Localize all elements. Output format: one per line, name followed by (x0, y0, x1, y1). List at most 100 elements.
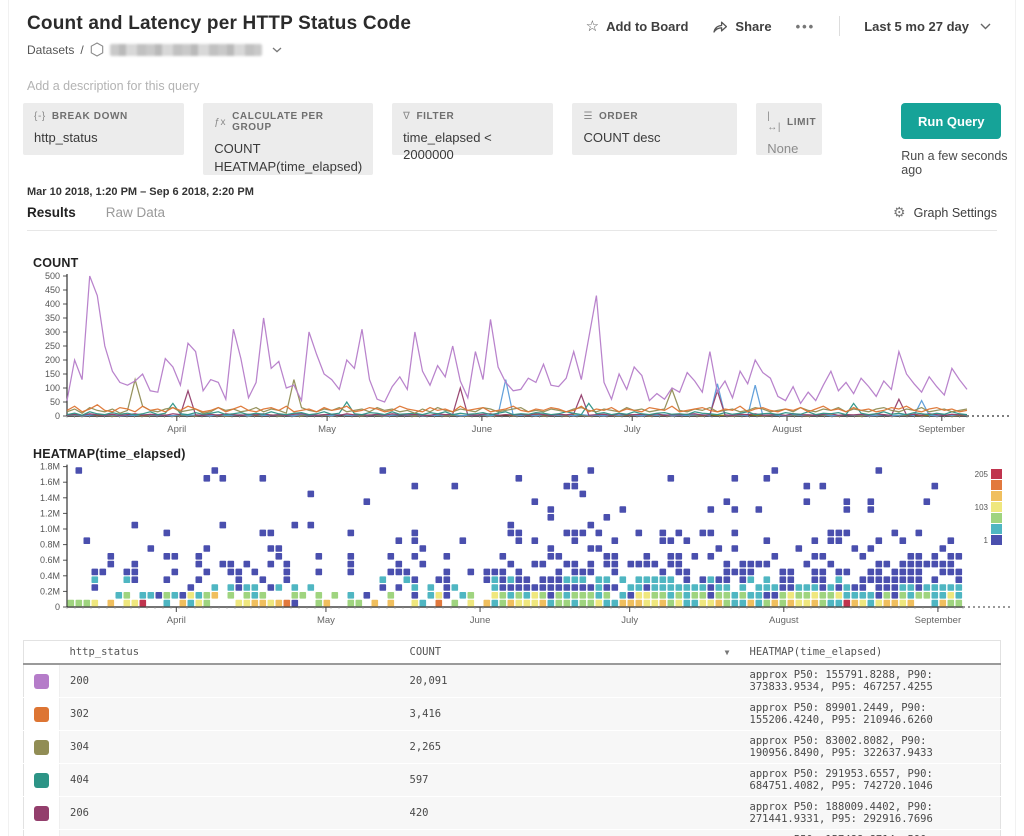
heatmap-cell (124, 576, 131, 583)
heatmap-cell (828, 584, 835, 591)
heatmap-cell (804, 483, 811, 490)
column-count[interactable]: COUNT ▼ (400, 641, 740, 665)
heatmap-cell (556, 553, 563, 560)
heatmap-cell (276, 600, 283, 607)
table-row[interactable]: 405406approx P50: 157488.8714, P90: 3390… (24, 830, 1001, 836)
heatmap-cell (948, 592, 955, 599)
heatmap-cell (836, 584, 843, 591)
heatmap-cell (780, 569, 787, 576)
break-down-box[interactable]: {-} BREAK DOWN http_status (23, 103, 184, 155)
heatmap-cell (788, 569, 795, 576)
table-row[interactable]: 3023,416approx P50: 89901.2449, P90: 155… (24, 698, 1001, 731)
break-down-value: http_status (34, 129, 173, 146)
heatmap-cell (188, 600, 195, 607)
tab-raw-data[interactable]: Raw Data (106, 205, 165, 220)
heatmap-cell (84, 600, 91, 607)
latency-heatmap-chart[interactable]: 00.2M0.4M0.6M0.8M1.0M1.2M1.4M1.6M1.8MApr… (33, 461, 1017, 627)
heatmap-cell (212, 584, 219, 591)
heatmap-cell (604, 592, 611, 599)
heatmap-cell (940, 545, 947, 552)
heatmap-cell (564, 561, 571, 568)
column-http-status[interactable]: http_status (60, 641, 400, 665)
heatmap-cell (732, 475, 739, 482)
heatmap-cell (116, 592, 123, 599)
heatmap-cell (548, 584, 555, 591)
heatmap-cell (724, 569, 731, 576)
filter-icon: ∇ (403, 111, 410, 122)
heatmap-cell (524, 576, 531, 583)
heatmap-cell (948, 561, 955, 568)
heatmap-cell (956, 569, 963, 576)
share-button[interactable]: Share (712, 19, 771, 34)
heatmap-cell (668, 592, 675, 599)
filter-box[interactable]: ∇ FILTER time_elapsed < 2000000 (392, 103, 553, 155)
heatmap-cell (724, 576, 731, 583)
heatmap-cell (348, 553, 355, 560)
heatmap-cell (772, 467, 779, 474)
calculate-value-count: COUNT (214, 140, 362, 157)
heatmap-cell (764, 584, 771, 591)
query-description-placeholder[interactable]: Add a description for this query (27, 79, 1015, 93)
heatmap-cell-text: approx P50: 83002.8082, P90: 190956.8490… (740, 731, 1001, 764)
table-row[interactable]: 20020,091approx P50: 155791.8288, P90: 3… (24, 664, 1001, 698)
tab-results[interactable]: Results (27, 205, 76, 220)
graph-settings-button[interactable]: ⚙ Graph Settings (893, 204, 997, 221)
heatmap-cell (844, 506, 851, 513)
graph-settings-label: Graph Settings (914, 206, 997, 220)
heatmap-cell (636, 592, 643, 599)
heatmap-cell (604, 584, 611, 591)
heatmap-cell (812, 553, 819, 560)
heatmap-cell (660, 576, 667, 583)
heatmap-cell (556, 592, 563, 599)
heatmap-cell (668, 561, 675, 568)
chevron-down-icon[interactable] (272, 47, 282, 53)
heatmap-cell (716, 592, 723, 599)
limit-value: None (767, 140, 811, 157)
order-box[interactable]: ☰ ORDER COUNT desc (572, 103, 737, 155)
heatmap-cell (204, 592, 211, 599)
table-row[interactable]: 404597approx P50: 291953.6557, P90: 6847… (24, 764, 1001, 797)
heatmap-cell (956, 600, 963, 607)
heatmap-cell (828, 530, 835, 537)
heatmap-cell (420, 561, 427, 568)
table-row[interactable]: 3042,265approx P50: 83002.8082, P90: 190… (24, 731, 1001, 764)
heatmap-cell (500, 576, 507, 583)
limit-box[interactable]: |↔| LIMIT None (756, 103, 822, 155)
count-cell: 406 (400, 830, 740, 836)
heatmap-cell (780, 592, 787, 599)
heatmap-cell (748, 569, 755, 576)
run-query-button[interactable]: Run Query (901, 103, 1001, 139)
more-menu-button[interactable]: ••• (796, 19, 816, 34)
heatmap-cell (588, 467, 595, 474)
series-color-swatch (34, 674, 49, 689)
heatmap-cell (516, 475, 523, 482)
heatmap-cell (180, 592, 187, 599)
limit-label: LIMIT (787, 117, 816, 128)
legend-swatch (991, 469, 1002, 479)
heatmap-cell (356, 600, 363, 607)
time-range-selector[interactable]: Last 5 mo 27 day (864, 19, 991, 34)
heatmap-cell (92, 576, 99, 583)
heatmap-cell (236, 569, 243, 576)
heatmap-cell (844, 569, 851, 576)
heatmap-cell (588, 569, 595, 576)
heatmap-cell (756, 600, 763, 607)
heatmap-cell (396, 561, 403, 568)
breadcrumb: Datasets / (27, 42, 1015, 57)
heatmap-cell (172, 592, 179, 599)
table-row[interactable]: 206420approx P50: 188009.4402, P90: 2714… (24, 797, 1001, 830)
heatmap-cell (500, 569, 507, 576)
add-to-board-button[interactable]: ☆ Add to Board (586, 17, 689, 35)
breadcrumb-datasets-link[interactable]: Datasets (27, 43, 74, 57)
count-line-chart[interactable]: 050100150200250300350400450500AprilMayJu… (33, 270, 1017, 440)
heatmap-cell (636, 576, 643, 583)
axis-label: April (167, 615, 186, 626)
heatmap-cell (588, 592, 595, 599)
heatmap-cell (636, 584, 643, 591)
heatmap-cell (740, 584, 747, 591)
calculate-per-group-box[interactable]: ƒx CALCULATE PER GROUP COUNT HEATMAP(tim… (203, 103, 373, 175)
heatmap-cell (932, 576, 939, 583)
dataset-name-redacted[interactable] (110, 44, 262, 56)
heatmap-cell (596, 545, 603, 552)
column-heatmap[interactable]: HEATMAP(time_elapsed) (740, 641, 1001, 665)
